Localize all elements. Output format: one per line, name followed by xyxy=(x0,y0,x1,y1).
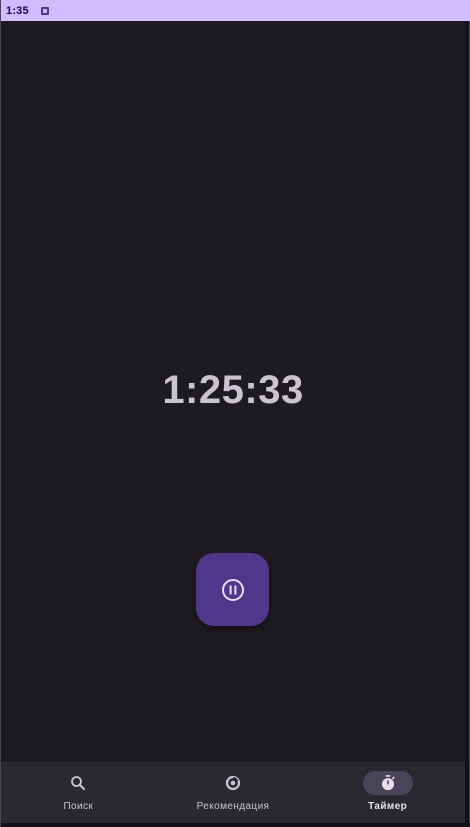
nav-item-timer[interactable]: Таймер xyxy=(310,762,465,823)
nav-label-timer: Таймер xyxy=(368,801,408,812)
app-screen: 1:35 1:25:33 Поиск Рекомендация Таймер xyxy=(0,0,470,827)
bottom-navigation: Поиск Рекомендация Таймер xyxy=(1,762,465,823)
screen-bottom-edge xyxy=(1,823,470,827)
screen-edge xyxy=(465,21,469,827)
timer-display: 1:25:33 xyxy=(162,368,304,412)
nav-indicator-active xyxy=(362,771,413,795)
status-bar: 1:35 xyxy=(1,0,470,21)
status-time: 1:35 xyxy=(6,4,29,17)
stopwatch-icon xyxy=(381,775,395,791)
nav-item-recommendation[interactable]: Рекомендация xyxy=(156,762,311,823)
recommendation-icon xyxy=(225,775,241,791)
pause-button[interactable] xyxy=(196,553,269,626)
search-icon xyxy=(71,776,86,790)
notification-square-icon xyxy=(40,6,49,15)
nav-label-search: Поиск xyxy=(63,801,94,812)
nav-label-recommendation: Рекомендация xyxy=(196,801,270,812)
nav-indicator xyxy=(53,771,103,795)
pause-circle-icon xyxy=(221,578,244,601)
nav-indicator xyxy=(208,771,258,795)
nav-item-search[interactable]: Поиск xyxy=(1,762,156,823)
